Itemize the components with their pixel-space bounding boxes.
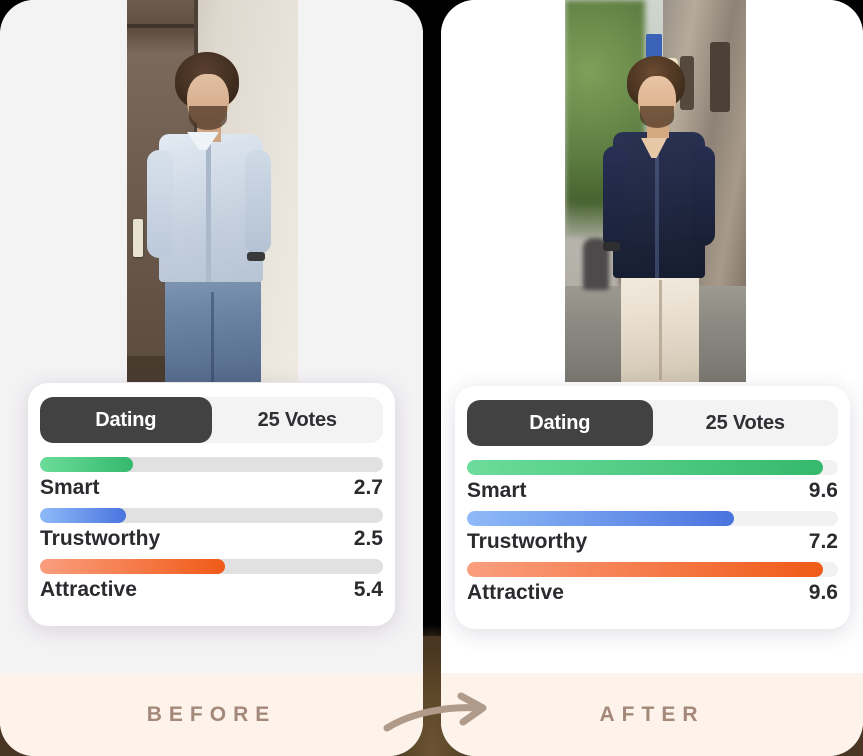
after-footer: AFTER [441,673,863,756]
metric-value: 2.7 [353,476,383,499]
photo-left-sleeve [147,150,173,258]
metric-value: 9.6 [808,581,838,604]
after-tab-votes[interactable]: 25 Votes [653,400,839,446]
metric-fill [40,508,126,523]
photo-door-trim [127,24,196,28]
metric-labels: Smart 2.7 [40,476,383,500]
metric-fill [467,511,735,526]
metric-label: Trustworthy [40,527,161,550]
before-caption: BEFORE [146,702,277,726]
after-panel: Dating 25 Votes Smart 9.6 Trustworthy 7.… [441,0,863,756]
after-caption: AFTER [599,702,705,726]
photo-right-sleeve [245,150,271,254]
metric-track [467,562,838,577]
metric-labels: Smart 9.6 [467,479,838,503]
metric-track [40,508,383,523]
before-metrics-card: Dating 25 Votes Smart 2.7 Trustworthy 2.… [28,383,395,626]
before-category-toggle[interactable]: Dating 25 Votes [40,397,383,443]
metric-row: Smart 2.7 [40,457,383,500]
metric-track [40,559,383,574]
metric-label: Smart [467,479,527,502]
metric-label: Attractive [40,578,137,601]
photo-jeans [165,276,261,382]
before-tab-votes[interactable]: 25 Votes [212,397,384,443]
metric-track [40,457,383,472]
metric-row: Attractive 5.4 [40,559,383,602]
photo-beard [189,106,227,130]
metric-fill [40,457,133,472]
before-footer: BEFORE [0,673,423,756]
after-tab-dating[interactable]: Dating [467,400,653,446]
photo-trousers [621,268,699,382]
metric-label: Smart [40,476,100,499]
curved-right-arrow-icon [383,692,487,732]
before-photo-area: Dating 25 Votes Smart 2.7 Trustworthy 2.… [0,0,423,673]
metric-row: Smart 9.6 [467,460,838,503]
before-panel: Dating 25 Votes Smart 2.7 Trustworthy 2.… [0,0,423,756]
metric-labels: Attractive 9.6 [467,581,838,605]
metric-label: Attractive [467,581,564,604]
metric-row: Trustworthy 2.5 [40,508,383,551]
before-tab-dating[interactable]: Dating [40,397,212,443]
metric-row: Attractive 9.6 [467,562,838,605]
metric-fill [467,460,824,475]
after-metrics-card: Dating 25 Votes Smart 9.6 Trustworthy 7.… [455,386,850,629]
metric-fill [467,562,824,577]
metric-labels: Trustworthy 2.5 [40,527,383,551]
after-metric-rows: Smart 9.6 Trustworthy 7.2 Attractive 9.6 [467,460,838,605]
photo-watch [247,252,265,261]
metric-value: 7.2 [808,530,838,553]
metric-value: 9.6 [808,479,838,502]
metric-track [467,460,838,475]
metric-value: 2.5 [353,527,383,550]
photo-watch [603,242,620,251]
before-metric-rows: Smart 2.7 Trustworthy 2.5 Attractive 5.4 [40,457,383,602]
photo-beard [640,106,674,128]
metric-value: 5.4 [353,578,383,601]
photo-left-sleeve [603,146,627,250]
metric-labels: Trustworthy 7.2 [467,530,838,554]
after-photo-area: Dating 25 Votes Smart 9.6 Trustworthy 7.… [441,0,863,673]
comparison-stage: Dating 25 Votes Smart 2.7 Trustworthy 2.… [0,0,863,756]
photo-door-handle [133,219,143,257]
metric-row: Trustworthy 7.2 [467,511,838,554]
metric-fill [40,559,226,574]
before-photo [127,0,298,382]
photo-window [710,42,730,112]
metric-track [467,511,838,526]
after-category-toggle[interactable]: Dating 25 Votes [467,400,838,446]
metric-label: Trustworthy [467,530,588,553]
metric-labels: Attractive 5.4 [40,578,383,602]
after-photo [565,0,746,382]
photo-right-sleeve [691,146,715,246]
